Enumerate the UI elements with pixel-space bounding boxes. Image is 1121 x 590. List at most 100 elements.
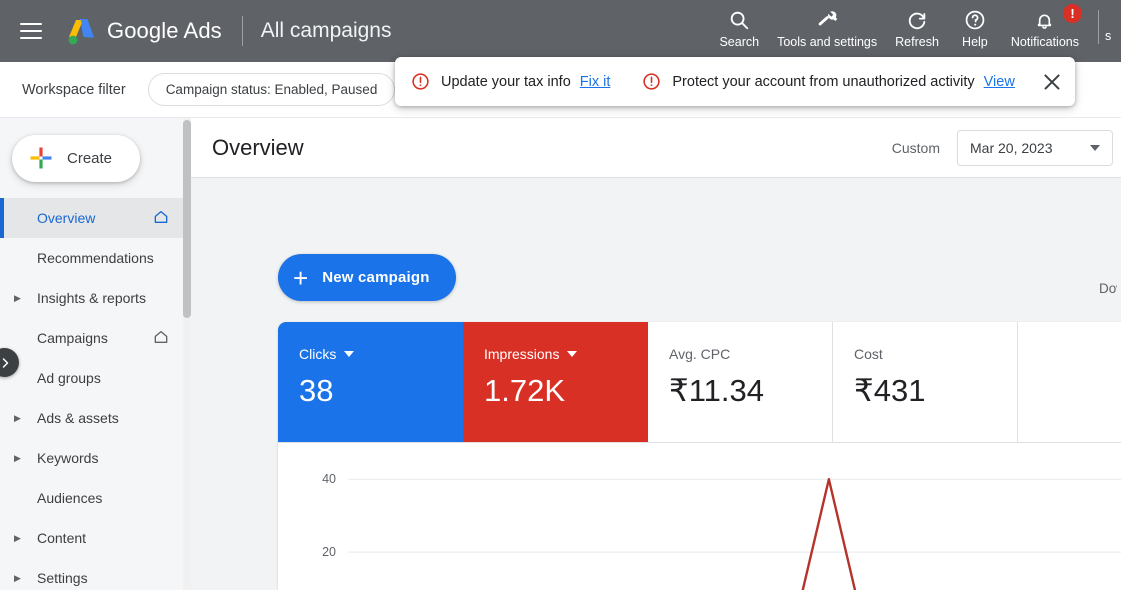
date-range-selector[interactable]: Mar 20, 2023	[957, 130, 1113, 166]
chart-svg: 02040 12 AM	[278, 443, 1121, 590]
sidebar-item-ad-groups[interactable]: Ad groups	[0, 358, 183, 398]
metric-value: 38	[299, 373, 463, 409]
hamburger-menu-icon[interactable]	[20, 23, 42, 39]
chart-line-impressions	[348, 479, 1121, 590]
sidebar-item-label: Recommendations	[37, 250, 154, 266]
chevron-right-icon: ▶	[14, 454, 26, 463]
sidebar-item-audiences[interactable]: Audiences	[0, 478, 183, 518]
filter-chip-campaign-status[interactable]: Campaign status: Enabled, Paused	[148, 73, 396, 106]
chevron-down-icon	[1090, 145, 1100, 151]
sidebar-item-insights-and-reports[interactable]: ▶ Insights & reports	[0, 278, 183, 318]
performance-chart[interactable]: 02040 12 AM	[278, 443, 1121, 590]
chevron-right-icon: ▶	[14, 534, 26, 543]
alert-circle-icon	[642, 72, 661, 91]
metric-card-label-wrap: Avg. CPC	[669, 346, 832, 362]
refresh-icon	[906, 7, 928, 33]
chevron-right-icon: ▶	[14, 294, 26, 303]
close-icon[interactable]	[1041, 71, 1063, 93]
date-range-area: Custom Mar 20, 2023	[892, 130, 1121, 166]
metric-card-clicks[interactable]: Clicks 38	[278, 322, 463, 442]
banner-item-0: Update your tax info Fix it	[395, 57, 626, 106]
sidebar-item-label: Settings	[37, 570, 88, 586]
top-app-bar: Google Ads All campaigns Search	[0, 0, 1121, 62]
google-ads-overview-page: Google Ads All campaigns Search	[0, 0, 1121, 590]
new-campaign-label: New campaign	[322, 269, 429, 286]
sidebar-item-label: Campaigns	[37, 330, 108, 346]
search-label: Search	[719, 35, 759, 49]
content-header: Overview Custom Mar 20, 2023	[191, 118, 1121, 178]
sidebar-item-label: Content	[37, 530, 86, 546]
tools-and-settings-button[interactable]: Tools and settings	[768, 7, 886, 49]
create-button[interactable]: Create	[12, 135, 140, 182]
sidebar-item-label: Overview	[37, 210, 95, 226]
brand-divider	[242, 16, 243, 46]
banner-message: Protect your account from unauthorized a…	[672, 74, 974, 90]
sidebar-item-ads-and-assets[interactable]: ▶ Ads & assets	[0, 398, 183, 438]
chevron-right-icon: ▶	[14, 414, 26, 423]
notifications-badge: !	[1063, 4, 1082, 23]
metric-card-label-wrap: Impressions	[484, 346, 648, 362]
refresh-label: Refresh	[895, 35, 939, 49]
home-icon	[153, 209, 169, 228]
create-button-label: Create	[67, 150, 112, 167]
performance-panel: Clicks 38 Impressions 1.72K	[278, 322, 1121, 590]
notifications-label: Notifications	[1011, 35, 1079, 49]
chart-y-tick: 20	[322, 545, 336, 559]
banner-message: Update your tax info	[441, 74, 571, 90]
metric-card-label-wrap: Clicks	[299, 346, 463, 362]
metric-value: 1.72K	[484, 373, 648, 409]
sidebar-item-overview[interactable]: Overview	[0, 198, 183, 238]
create-button-wrap: Create	[0, 118, 183, 198]
metric-label: Cost	[854, 346, 883, 362]
metric-value: ₹11.34	[669, 373, 832, 409]
chevron-down-icon[interactable]	[567, 351, 577, 357]
date-range-value: Mar 20, 2023	[970, 140, 1053, 156]
banner-action-link[interactable]: View	[984, 74, 1015, 90]
sidebar-item-campaigns[interactable]: Campaigns	[0, 318, 183, 358]
sidebar-item-label: Audiences	[37, 490, 102, 506]
chevron-right-icon: ▶	[14, 574, 26, 583]
help-button[interactable]: Help	[948, 7, 1002, 49]
sidebar-item-label: Ads & assets	[37, 410, 119, 426]
chart-series-lines	[348, 479, 1121, 590]
refresh-button[interactable]: Refresh	[886, 7, 948, 49]
account-scope-label: All campaigns	[261, 19, 392, 43]
chart-gridlines	[348, 479, 1121, 590]
date-range-type-label: Custom	[892, 140, 940, 156]
new-campaign-button[interactable]: + New campaign	[278, 254, 456, 301]
wrench-icon	[816, 7, 839, 33]
sidebar-item-recommendations[interactable]: Recommendations	[0, 238, 183, 278]
metric-card-impressions[interactable]: Impressions 1.72K	[463, 322, 648, 442]
sidebar-item-keywords[interactable]: ▶ Keywords	[0, 438, 183, 478]
topbar-divider	[1098, 10, 1099, 44]
download-button[interactable]: Download	[1099, 281, 1117, 296]
sidebar-nav-list: Overview Recommendations ▶ Insights & re…	[0, 198, 183, 590]
colored-plus-icon	[29, 146, 53, 170]
metric-card-avg-cpc[interactable]: Avg. CPC ₹11.34	[648, 322, 833, 442]
content-body: + New campaign Download Clicks 38	[191, 178, 1121, 590]
sidebar-item-settings[interactable]: ▶ Settings	[0, 558, 183, 590]
page-title: Overview	[212, 135, 304, 161]
chart-y-tick-labels: 02040	[322, 472, 336, 590]
topbar-clipped-label[interactable]: s	[1105, 7, 1121, 43]
sidebar-item-content[interactable]: ▶ Content	[0, 518, 183, 558]
chevron-down-icon[interactable]	[344, 351, 354, 357]
sidebar-item-label: Keywords	[37, 450, 98, 466]
help-label: Help	[962, 35, 988, 49]
notification-banner: Update your tax info Fix it Protect your a…	[395, 57, 1075, 106]
plus-icon: +	[293, 265, 308, 291]
metric-card-cost[interactable]: Cost ₹431	[833, 322, 1018, 442]
notifications-button[interactable]: ! Notifications	[1002, 7, 1088, 49]
banner-action-link[interactable]: Fix it	[580, 74, 611, 90]
metric-card-label-wrap: Cost	[854, 346, 1017, 362]
metric-label: Clicks	[299, 346, 336, 362]
help-icon	[964, 7, 986, 33]
sidebar-item-label: Insights & reports	[37, 290, 146, 306]
tools-and-settings-label: Tools and settings	[777, 35, 877, 49]
home-icon	[153, 329, 169, 348]
workspace-filter-label: Workspace filter	[22, 82, 126, 98]
bell-icon	[1034, 7, 1055, 33]
search-button[interactable]: Search	[710, 7, 768, 49]
metric-value: ₹431	[854, 373, 1017, 409]
sidebar-scrollbar-thumb[interactable]	[183, 120, 191, 318]
